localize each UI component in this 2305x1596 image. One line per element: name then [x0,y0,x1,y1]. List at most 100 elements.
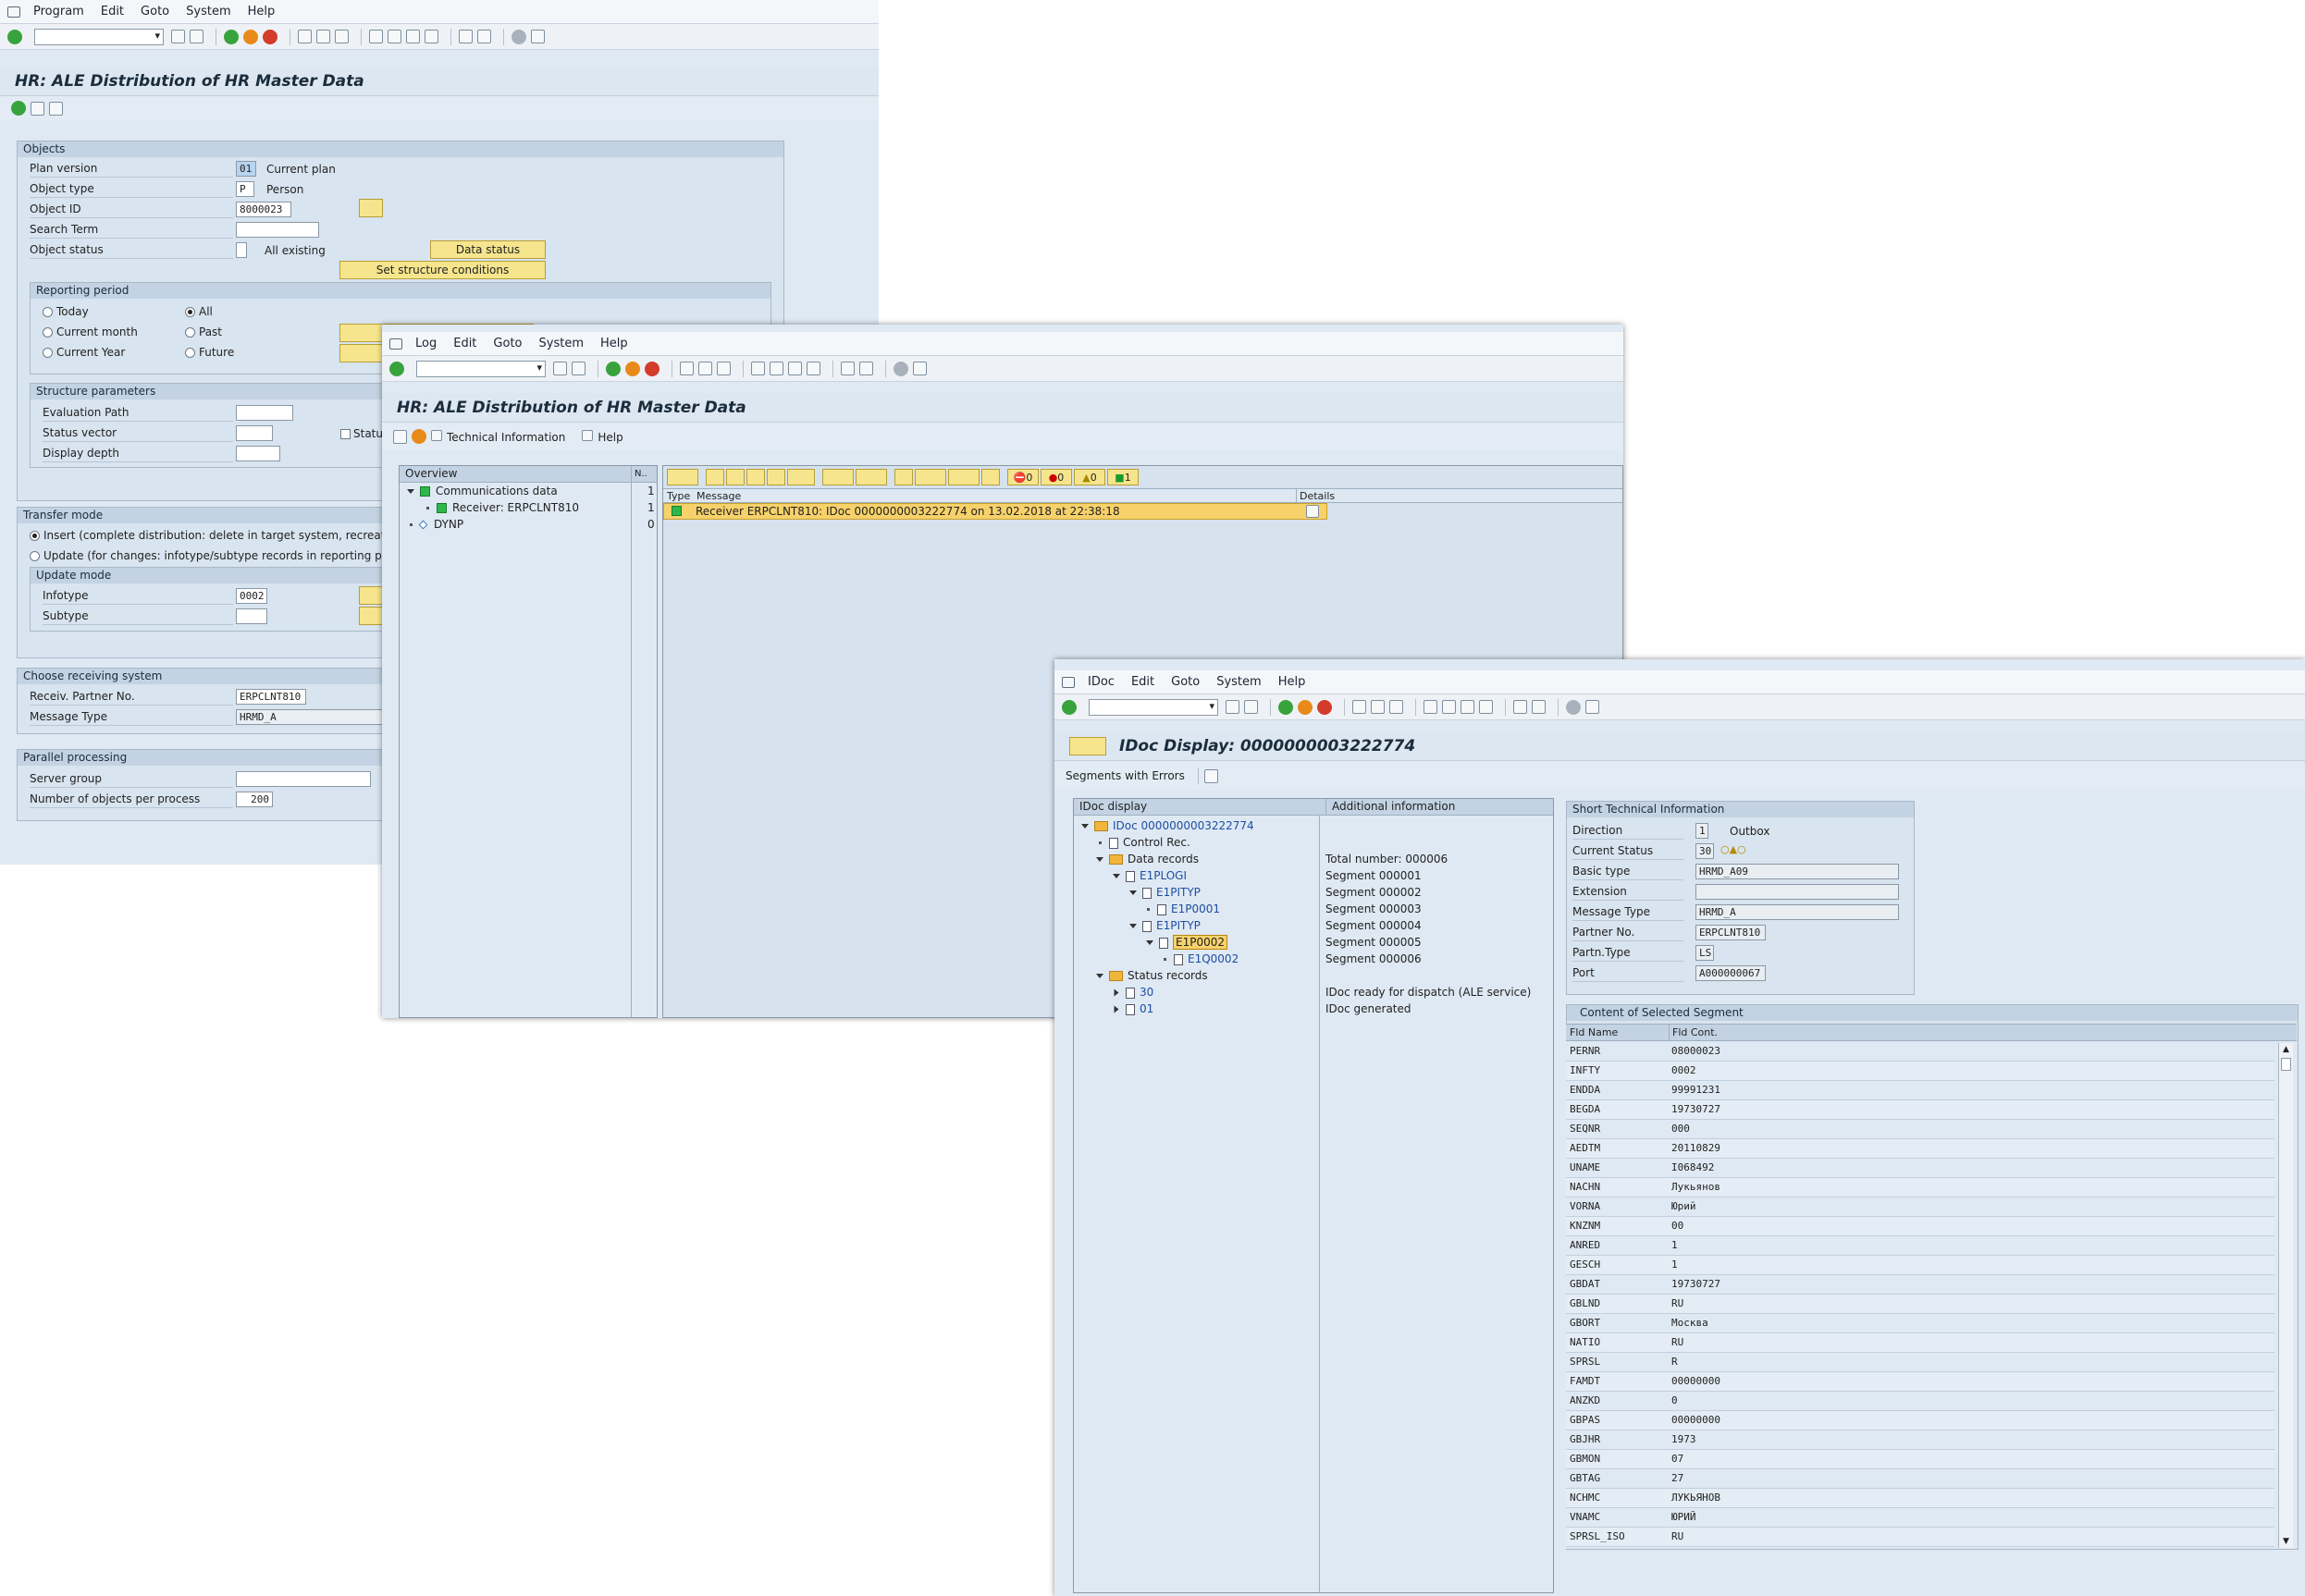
radio-insert[interactable]: Insert (complete distribution: delete in… [30,529,397,542]
menu-program[interactable]: Program [33,5,84,18]
enter-icon[interactable] [1062,699,1077,715]
expand-icon[interactable] [1129,890,1137,895]
objects-per-process-field[interactable]: 200 [236,792,273,807]
menu-idoc[interactable]: IDoc [1088,675,1115,689]
expand-icon[interactable] [1129,924,1137,928]
enter-icon[interactable] [389,361,404,376]
segment-row[interactable]: GBMON 07 [1566,1450,2274,1469]
help-icon[interactable] [1566,699,1581,715]
shortcut-icon[interactable] [859,362,873,375]
segment-row[interactable]: NCHMC ЛУКЬЯНОВ [1566,1489,2274,1508]
segment-row[interactable]: GBLND RU [1566,1295,2274,1314]
tree-node-segment[interactable]: E1P0001 Segment 000003 [1074,901,1553,917]
back-arrows-icon[interactable] [171,30,185,43]
cancel-icon[interactable] [645,361,659,376]
save-icon[interactable] [572,362,585,375]
exit-icon[interactable] [1298,699,1313,715]
status-checkbox[interactable] [340,429,351,439]
stop-filter-button[interactable]: ⛔0 [1007,469,1039,485]
segment-row[interactable]: PERNR 08000023 [1566,1042,2274,1062]
menu-edit[interactable]: Edit [453,337,476,350]
tree-node-segment[interactable]: E1PITYP Segment 000004 [1074,917,1553,934]
plan-version-field[interactable]: 01 [236,161,256,177]
segment-row[interactable]: BEGDA 19730727 [1566,1100,2274,1120]
radio-future-button[interactable] [185,348,195,358]
infotype-field[interactable]: 0002 [236,588,267,604]
segment-row[interactable]: KNZNM 00 [1566,1217,2274,1236]
shortcut-icon[interactable] [1532,700,1546,714]
message-type-field[interactable]: HRMD_A [236,709,384,725]
expand-icon[interactable] [1081,824,1089,829]
menu-system[interactable]: System [539,337,584,350]
segment-row[interactable]: ENDDA 99991231 [1566,1081,2274,1100]
segment-row[interactable]: NACHN Лукьянов [1566,1178,2274,1197]
radio-current-month-button[interactable] [43,327,53,338]
segment-row[interactable]: VORNA Юрий [1566,1197,2274,1217]
sort-desc-button[interactable] [726,469,745,485]
segment-row[interactable]: GBORT Москва [1566,1314,2274,1333]
menu-goto[interactable]: Goto [141,5,169,18]
menu-system[interactable]: System [1216,675,1261,689]
exit-icon[interactable] [625,361,640,376]
technical-info-icon[interactable] [1203,768,1218,783]
menu-edit[interactable]: Edit [1131,675,1154,689]
segment-row[interactable]: ANZKD 0 [1566,1392,2274,1411]
tree-node-segment[interactable]: E1PITYP Segment 000002 [1074,884,1553,901]
back-arrows-icon[interactable] [553,362,567,375]
exit-icon[interactable] [243,29,258,44]
tree-node-receiver[interactable]: Receiver: ERPCLNT810 1 [400,499,657,516]
save-icon[interactable] [1244,700,1258,714]
radio-current-month[interactable]: Current month [43,325,138,338]
segment-row[interactable]: VNAMC ЮРИЙ [1566,1508,2274,1528]
prev-page-icon[interactable] [770,362,783,375]
tree-node-data-records[interactable]: Data records Total number: 000006 [1074,851,1553,867]
first-page-icon[interactable] [751,362,765,375]
segment-row[interactable]: INFTY 0002 [1566,1062,2274,1081]
find-icon[interactable] [698,362,712,375]
menu-help[interactable]: Help [600,337,628,350]
find-icon[interactable] [316,30,330,43]
system-menu-icon[interactable] [389,338,402,350]
enter-icon[interactable] [7,29,22,44]
segment-row[interactable]: GBTAG 27 [1566,1469,2274,1489]
expand-icon[interactable] [1114,1005,1119,1013]
layout-button[interactable] [981,469,1000,485]
print-icon[interactable] [680,362,694,375]
object-type-field[interactable]: P [236,181,254,197]
radio-update-button[interactable] [30,551,40,561]
back-arrows-icon[interactable] [1226,700,1239,714]
find-next-button[interactable] [767,469,785,485]
expand-icon[interactable] [407,489,414,494]
radio-insert-button[interactable] [30,531,40,541]
segment-row[interactable]: GBJHR 1973 [1566,1430,2274,1450]
scroll-down-icon[interactable]: ▼ [2279,1535,2293,1548]
search-term-field[interactable] [236,222,319,238]
shortcut-icon[interactable] [477,30,491,43]
tree-node-status[interactable]: 30 IDoc ready for dispatch (ALE service) [1074,984,1553,1001]
next-page-icon[interactable] [788,362,802,375]
layout-menu-icon[interactable] [531,30,545,43]
tree-node-segment-selected[interactable]: E1P0002 Segment 000005 [1074,934,1553,951]
command-field[interactable] [34,28,164,45]
menu-help[interactable]: Help [1278,675,1306,689]
radio-past-button[interactable] [185,327,195,338]
segment-row[interactable]: GBPAS 00000000 [1566,1411,2274,1430]
find-next-icon[interactable] [1389,700,1403,714]
error-filter-button[interactable]: ●0 [1041,469,1072,485]
help-button[interactable]: Help [582,429,623,444]
infotype-multiselect-button[interactable] [359,586,383,605]
tree-node-communications[interactable]: Communications data 1 [400,483,657,499]
back-icon[interactable] [1278,699,1293,715]
info-icon[interactable] [49,101,63,116]
execute-icon[interactable] [11,101,26,116]
details-magnifier-icon[interactable] [1306,505,1319,518]
menu-help[interactable]: Help [248,5,276,18]
command-field[interactable] [416,360,546,377]
layout-menu-icon[interactable] [1585,700,1599,714]
command-field[interactable] [1089,698,1218,716]
radio-update[interactable]: Update (for changes: infotype/subtype re… [30,549,410,562]
partner-field[interactable]: ERPCLNT810 [236,689,306,705]
first-page-icon[interactable] [1424,700,1437,714]
status-vector-field[interactable] [236,425,273,441]
tree-node-control-rec[interactable]: Control Rec. [1074,834,1553,851]
